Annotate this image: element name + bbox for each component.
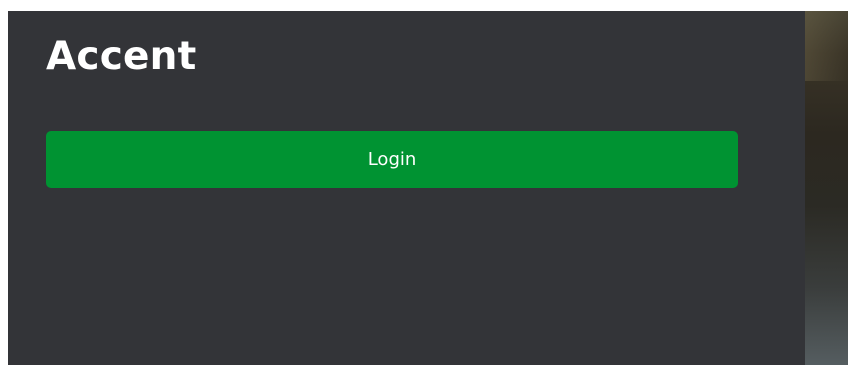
login-button[interactable]: Login (46, 131, 738, 188)
background-image (805, 11, 848, 365)
app-title: Accent (46, 34, 197, 79)
login-panel: Accent Login (8, 11, 805, 365)
login-page: Accent Login (0, 0, 848, 365)
